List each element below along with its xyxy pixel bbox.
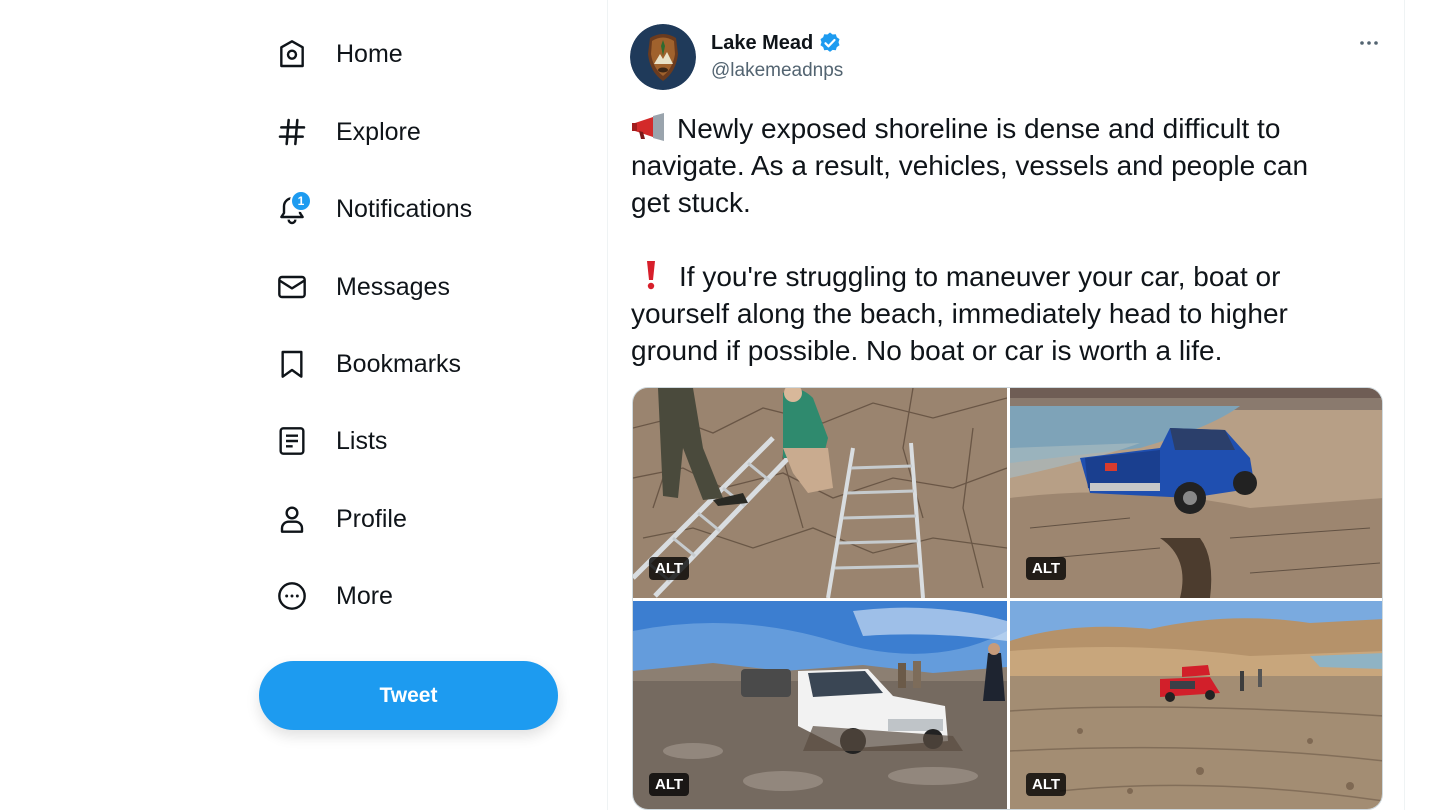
author-handle[interactable]: @lakemeadnps <box>711 60 843 82</box>
sidebar-item-label: Explore <box>336 117 421 146</box>
sidebar-item-label: Lists <box>336 426 388 455</box>
photo-suv-image <box>633 601 1007 809</box>
author-name[interactable]: Lake Mead <box>711 32 813 55</box>
alt-text-badge[interactable]: ALT <box>1026 773 1067 796</box>
home-icon <box>272 34 312 74</box>
media-photo-red-car[interactable]: ALT <box>1010 601 1382 809</box>
sidebar-item-label: More <box>336 581 393 610</box>
notification-badge: 1 <box>290 190 312 212</box>
exclamation-emoji-icon <box>647 261 655 290</box>
ellipsis-icon <box>1360 41 1378 45</box>
tweet-detail: Lake Mead @lakemeadnps Newly exposed sho… <box>607 0 1405 810</box>
tweet-button[interactable]: Tweet <box>259 661 558 730</box>
tweet-paragraph-text: yourself along the beach, immediately he… <box>631 298 1288 366</box>
sidebar-item-lists[interactable]: Lists <box>272 413 387 469</box>
sidebar-item-home[interactable]: Home <box>272 26 403 82</box>
more-options-button[interactable] <box>1354 28 1384 58</box>
tweet-media-grid: ALT ALT ALT ALT <box>632 387 1383 810</box>
bell-icon: 1 <box>272 189 312 229</box>
sidebar-item-more[interactable]: More <box>272 568 393 624</box>
tweet-author[interactable]: Lake Mead @lakemeadnps <box>711 31 843 82</box>
media-photo-suv[interactable]: ALT <box>633 601 1007 809</box>
sidebar-item-label: Notifications <box>336 194 473 223</box>
media-photo-truck[interactable]: ALT <box>1010 388 1382 598</box>
more-circle-icon <box>272 576 312 616</box>
sidebar-item-notifications[interactable]: 1 Notifications <box>272 181 472 237</box>
sidebar-item-label: Messages <box>336 272 450 301</box>
envelope-icon <box>272 267 312 307</box>
sidebar-item-bookmarks[interactable]: Bookmarks <box>272 336 461 392</box>
person-icon <box>272 499 312 539</box>
media-photo-ladders[interactable]: ALT <box>633 388 1007 598</box>
alt-text-badge[interactable]: ALT <box>649 557 690 580</box>
alt-text-badge[interactable]: ALT <box>1026 557 1067 580</box>
tweet-paragraph-text: If you're struggling to maneuver your ca… <box>679 261 1281 292</box>
tweet-paragraph-text: Newly exposed shoreline is dense and dif… <box>631 113 1309 218</box>
tweet-text: Newly exposed shoreline is dense and dif… <box>631 110 1391 369</box>
sidebar: Home Explore 1 Notifications Messages Bo… <box>258 0 578 810</box>
tweet-paragraph: Newly exposed shoreline is dense and dif… <box>631 110 1391 221</box>
megaphone-emoji-icon <box>632 113 664 141</box>
photo-ladders-image <box>633 388 1007 598</box>
tweet-paragraph: If you're struggling to maneuver your ca… <box>631 258 1391 369</box>
sidebar-item-profile[interactable]: Profile <box>272 491 407 547</box>
bookmark-icon <box>272 344 312 384</box>
avatar[interactable] <box>630 24 696 90</box>
sidebar-item-messages[interactable]: Messages <box>272 259 450 315</box>
sidebar-item-explore[interactable]: Explore <box>272 104 421 160</box>
verified-badge-icon <box>820 32 840 52</box>
hashtag-icon <box>272 112 312 152</box>
alt-text-badge[interactable]: ALT <box>649 773 690 796</box>
sidebar-item-label: Home <box>336 39 403 68</box>
sidebar-item-label: Bookmarks <box>336 349 462 378</box>
list-icon <box>272 421 312 461</box>
sidebar-item-label: Profile <box>336 504 407 533</box>
